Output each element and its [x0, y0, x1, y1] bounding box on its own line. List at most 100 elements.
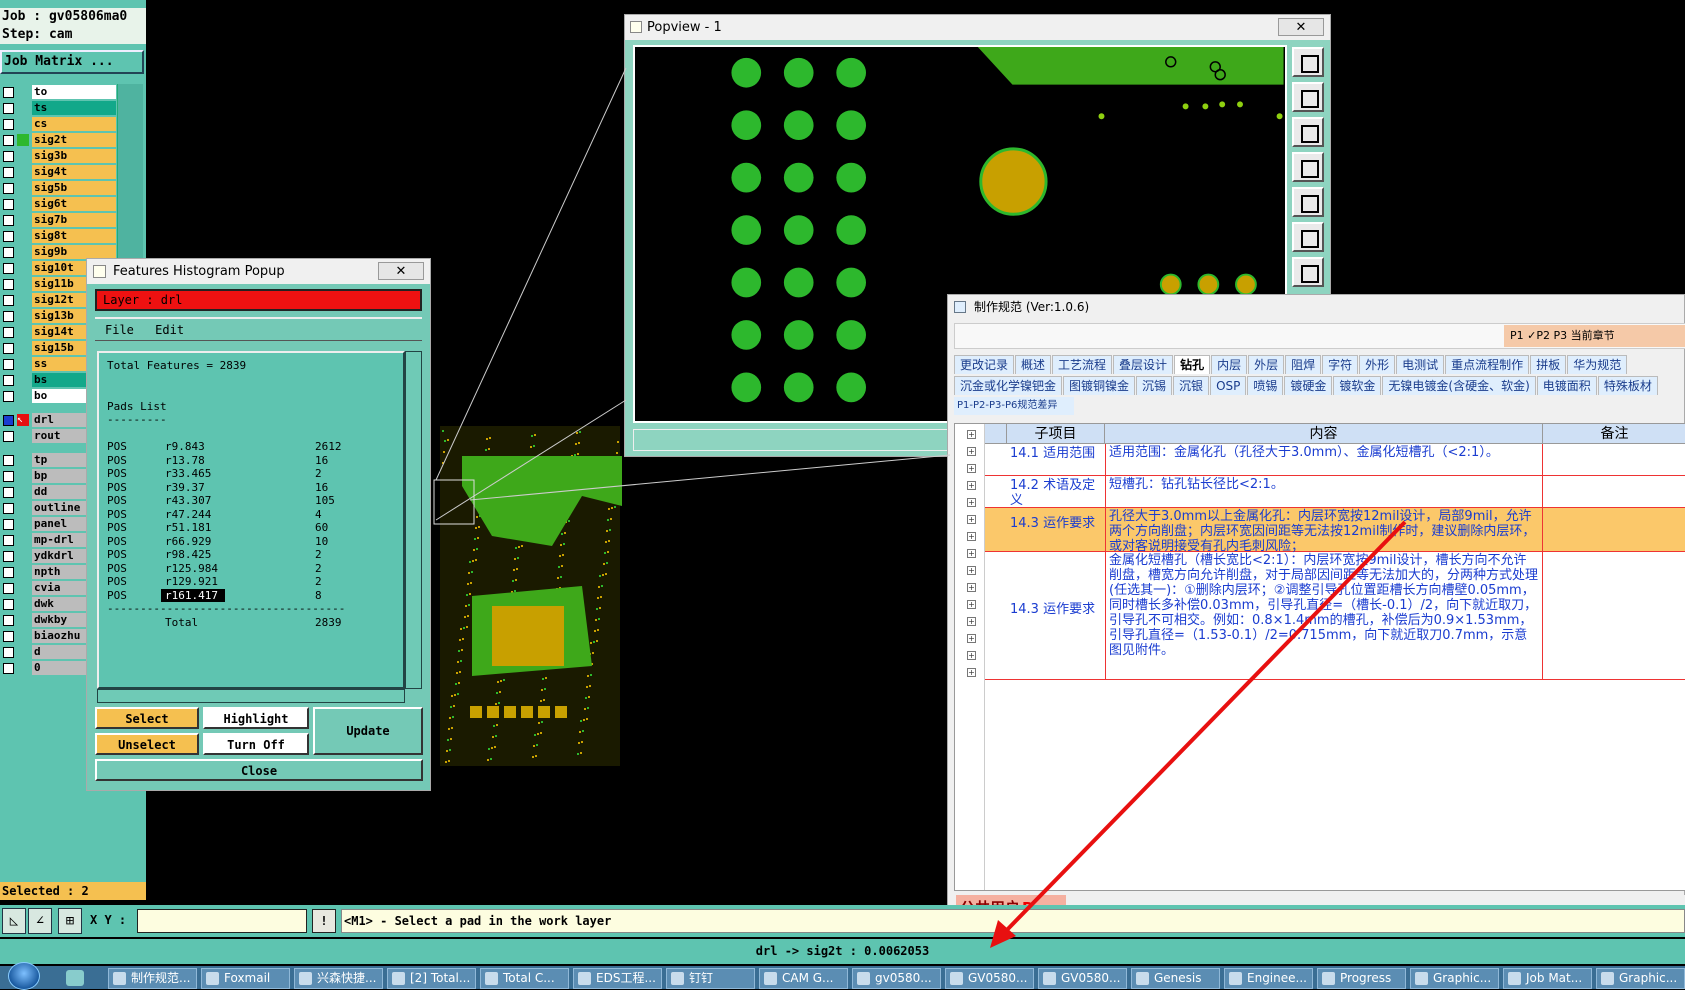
- layer-name[interactable]: sig4t: [32, 165, 116, 179]
- taskbar-item[interactable]: Graphic...: [1596, 968, 1685, 989]
- taskbar-item[interactable]: [2] Total...: [387, 968, 476, 989]
- layer-checkbox[interactable]: [3, 471, 14, 482]
- close-icon[interactable]: ✕: [378, 262, 424, 280]
- layer-row[interactable]: sig4t: [0, 164, 117, 180]
- layer-checkbox[interactable]: [3, 343, 14, 354]
- angle-icon[interactable]: ∠: [28, 908, 52, 934]
- start-button[interactable]: [8, 962, 40, 990]
- layer-checkbox[interactable]: [3, 103, 14, 114]
- layer-checkbox[interactable]: [3, 327, 14, 338]
- layer-checkbox[interactable]: [3, 431, 14, 442]
- layer-checkbox[interactable]: [3, 391, 14, 402]
- taskbar-item[interactable]: GV0580...: [945, 968, 1034, 989]
- pan-right-icon[interactable]: [1292, 187, 1324, 217]
- zoom-in-icon[interactable]: [1292, 222, 1324, 252]
- layer-checkbox[interactable]: [3, 487, 14, 498]
- turn-off-button[interactable]: Turn Off: [203, 733, 309, 755]
- tree-expand-icon[interactable]: +: [967, 532, 976, 541]
- page-selector[interactable]: P1 ✓P2 P3 当前章节: [1504, 325, 1685, 347]
- taskbar-item[interactable]: Total C...: [480, 968, 569, 989]
- layer-row[interactable]: to: [0, 84, 117, 100]
- layer-checkbox[interactable]: [3, 119, 14, 130]
- spec-row[interactable]: 14.3 运作要求 金属化短槽孔（槽长宽比<2:1）：内层环宽按9mil设计，槽长…: [985, 552, 1685, 680]
- taskbar-item[interactable]: CAM G...: [759, 968, 848, 989]
- tab-tabs_row2-10[interactable]: 特殊板材: [1597, 376, 1658, 395]
- pad-row[interactable]: POS r161.417 8: [107, 588, 395, 602]
- tab-tabs_row1-7[interactable]: 阻焊: [1285, 355, 1322, 374]
- taskbar-item[interactable]: gv0580...: [852, 968, 941, 989]
- layer-name[interactable]: sig5b: [32, 181, 116, 195]
- spec-row[interactable]: 14.3 运作要求 孔径大于3.0mm以上金属化孔：内层环宽按12mil设计，局部…: [985, 508, 1685, 554]
- layer-checkbox[interactable]: [3, 647, 14, 658]
- tree-expand-icon[interactable]: +: [967, 668, 976, 677]
- pad-row[interactable]: POS r13.78 16: [107, 454, 395, 468]
- pad-row[interactable]: POS r51.181 60: [107, 521, 395, 535]
- layer-checkbox[interactable]: [3, 375, 14, 386]
- taskbar-item[interactable]: EDS工程...: [573, 968, 662, 989]
- tree-expand-icon[interactable]: +: [967, 617, 976, 626]
- layer-row[interactable]: sig8t: [0, 228, 117, 244]
- tab-tabs_row1-13[interactable]: 华为规范: [1567, 355, 1628, 374]
- tab-tabs_row1-2[interactable]: 工艺流程: [1052, 355, 1113, 374]
- tab-tabs_row1-5[interactable]: 内层: [1211, 355, 1248, 374]
- tab-p-diff[interactable]: P1-P2-P3-P6规范差异: [954, 397, 1074, 415]
- taskbar-item[interactable]: Enginee...: [1224, 968, 1313, 989]
- menu-edit[interactable]: Edit: [155, 323, 184, 337]
- tree-expand-icon[interactable]: +: [967, 481, 976, 490]
- layer-row[interactable]: sig3b: [0, 148, 117, 164]
- close-button[interactable]: Close: [95, 759, 423, 781]
- tab-tabs_row1-12[interactable]: 拼板: [1530, 355, 1567, 374]
- tree-expand-icon[interactable]: +: [967, 549, 976, 558]
- tab-tabs_row1-6[interactable]: 外层: [1248, 355, 1285, 374]
- tab-tabs_row1-4[interactable]: 钻孔: [1174, 355, 1211, 374]
- layer-checkbox[interactable]: [3, 455, 14, 466]
- layer-checkbox[interactable]: [3, 599, 14, 610]
- tab-tabs_row1-0[interactable]: 更改记录: [954, 355, 1015, 374]
- tree-expand-icon[interactable]: +: [967, 634, 976, 643]
- layer-name[interactable]: sig9b: [32, 245, 116, 259]
- layer-checkbox[interactable]: [3, 231, 14, 242]
- layer-checkbox[interactable]: [3, 263, 14, 274]
- spec-row[interactable]: 14.1 适用范围 适用范围：金属化孔（孔径大于3.0mm）、金属化短槽孔（<2:…: [985, 444, 1685, 476]
- layer-checkbox[interactable]: [3, 415, 14, 426]
- pad-row[interactable]: POS r98.425 2: [107, 548, 395, 562]
- update-button[interactable]: Update: [313, 707, 423, 755]
- quicklaunch-icon[interactable]: [66, 970, 84, 986]
- layer-name[interactable]: sig3b: [32, 149, 116, 163]
- layer-checkbox[interactable]: [3, 503, 14, 514]
- tree-expand-icon[interactable]: +: [967, 447, 976, 456]
- layer-name[interactable]: to: [32, 85, 116, 99]
- select-button[interactable]: Select: [95, 707, 199, 729]
- layer-name[interactable]: ts: [32, 101, 116, 115]
- taskbar-item[interactable]: Graphic...: [1410, 968, 1499, 989]
- tab-tabs_row2-1[interactable]: 图镀铜镍金: [1063, 376, 1136, 395]
- job-matrix-button[interactable]: Job Matrix ...: [0, 50, 144, 74]
- tab-tabs_row1-9[interactable]: 外形: [1359, 355, 1396, 374]
- tab-tabs_row2-5[interactable]: 喷锡: [1247, 376, 1284, 395]
- layer-checkbox[interactable]: [3, 87, 14, 98]
- layer-checkbox[interactable]: [3, 199, 14, 210]
- spec-titlebar[interactable]: 制作规范 (Ver:1.0.6): [948, 295, 1684, 320]
- taskbar-item[interactable]: 制作规范...: [108, 968, 197, 989]
- xy-input[interactable]: [137, 909, 307, 933]
- pad-row[interactable]: POS r47.244 4: [107, 508, 395, 522]
- layer-row[interactable]: sig5b: [0, 180, 117, 196]
- layer-checkbox[interactable]: [3, 535, 14, 546]
- tab-tabs_row2-4[interactable]: OSP: [1210, 376, 1247, 395]
- layer-row[interactable]: sig6t: [0, 196, 117, 212]
- pcb-board-view[interactable]: [432, 426, 630, 766]
- layer-checkbox[interactable]: [3, 215, 14, 226]
- layer-checkbox[interactable]: [3, 615, 14, 626]
- layer-name[interactable]: sig7b: [32, 213, 116, 227]
- pan-left-icon[interactable]: [1292, 152, 1324, 182]
- tab-tabs_row1-10[interactable]: 电测试: [1396, 355, 1445, 374]
- layer-checkbox[interactable]: [3, 551, 14, 562]
- tree-expand-icon[interactable]: +: [967, 464, 976, 473]
- layer-checkbox[interactable]: [3, 583, 14, 594]
- taskbar-item[interactable]: Foxmail: [201, 968, 290, 989]
- tab-tabs_row1-1[interactable]: 概述: [1015, 355, 1052, 374]
- layer-checkbox[interactable]: [3, 151, 14, 162]
- tree-expand-icon[interactable]: +: [967, 583, 976, 592]
- layer-checkbox[interactable]: [3, 519, 14, 530]
- pan-down-icon[interactable]: [1292, 117, 1324, 147]
